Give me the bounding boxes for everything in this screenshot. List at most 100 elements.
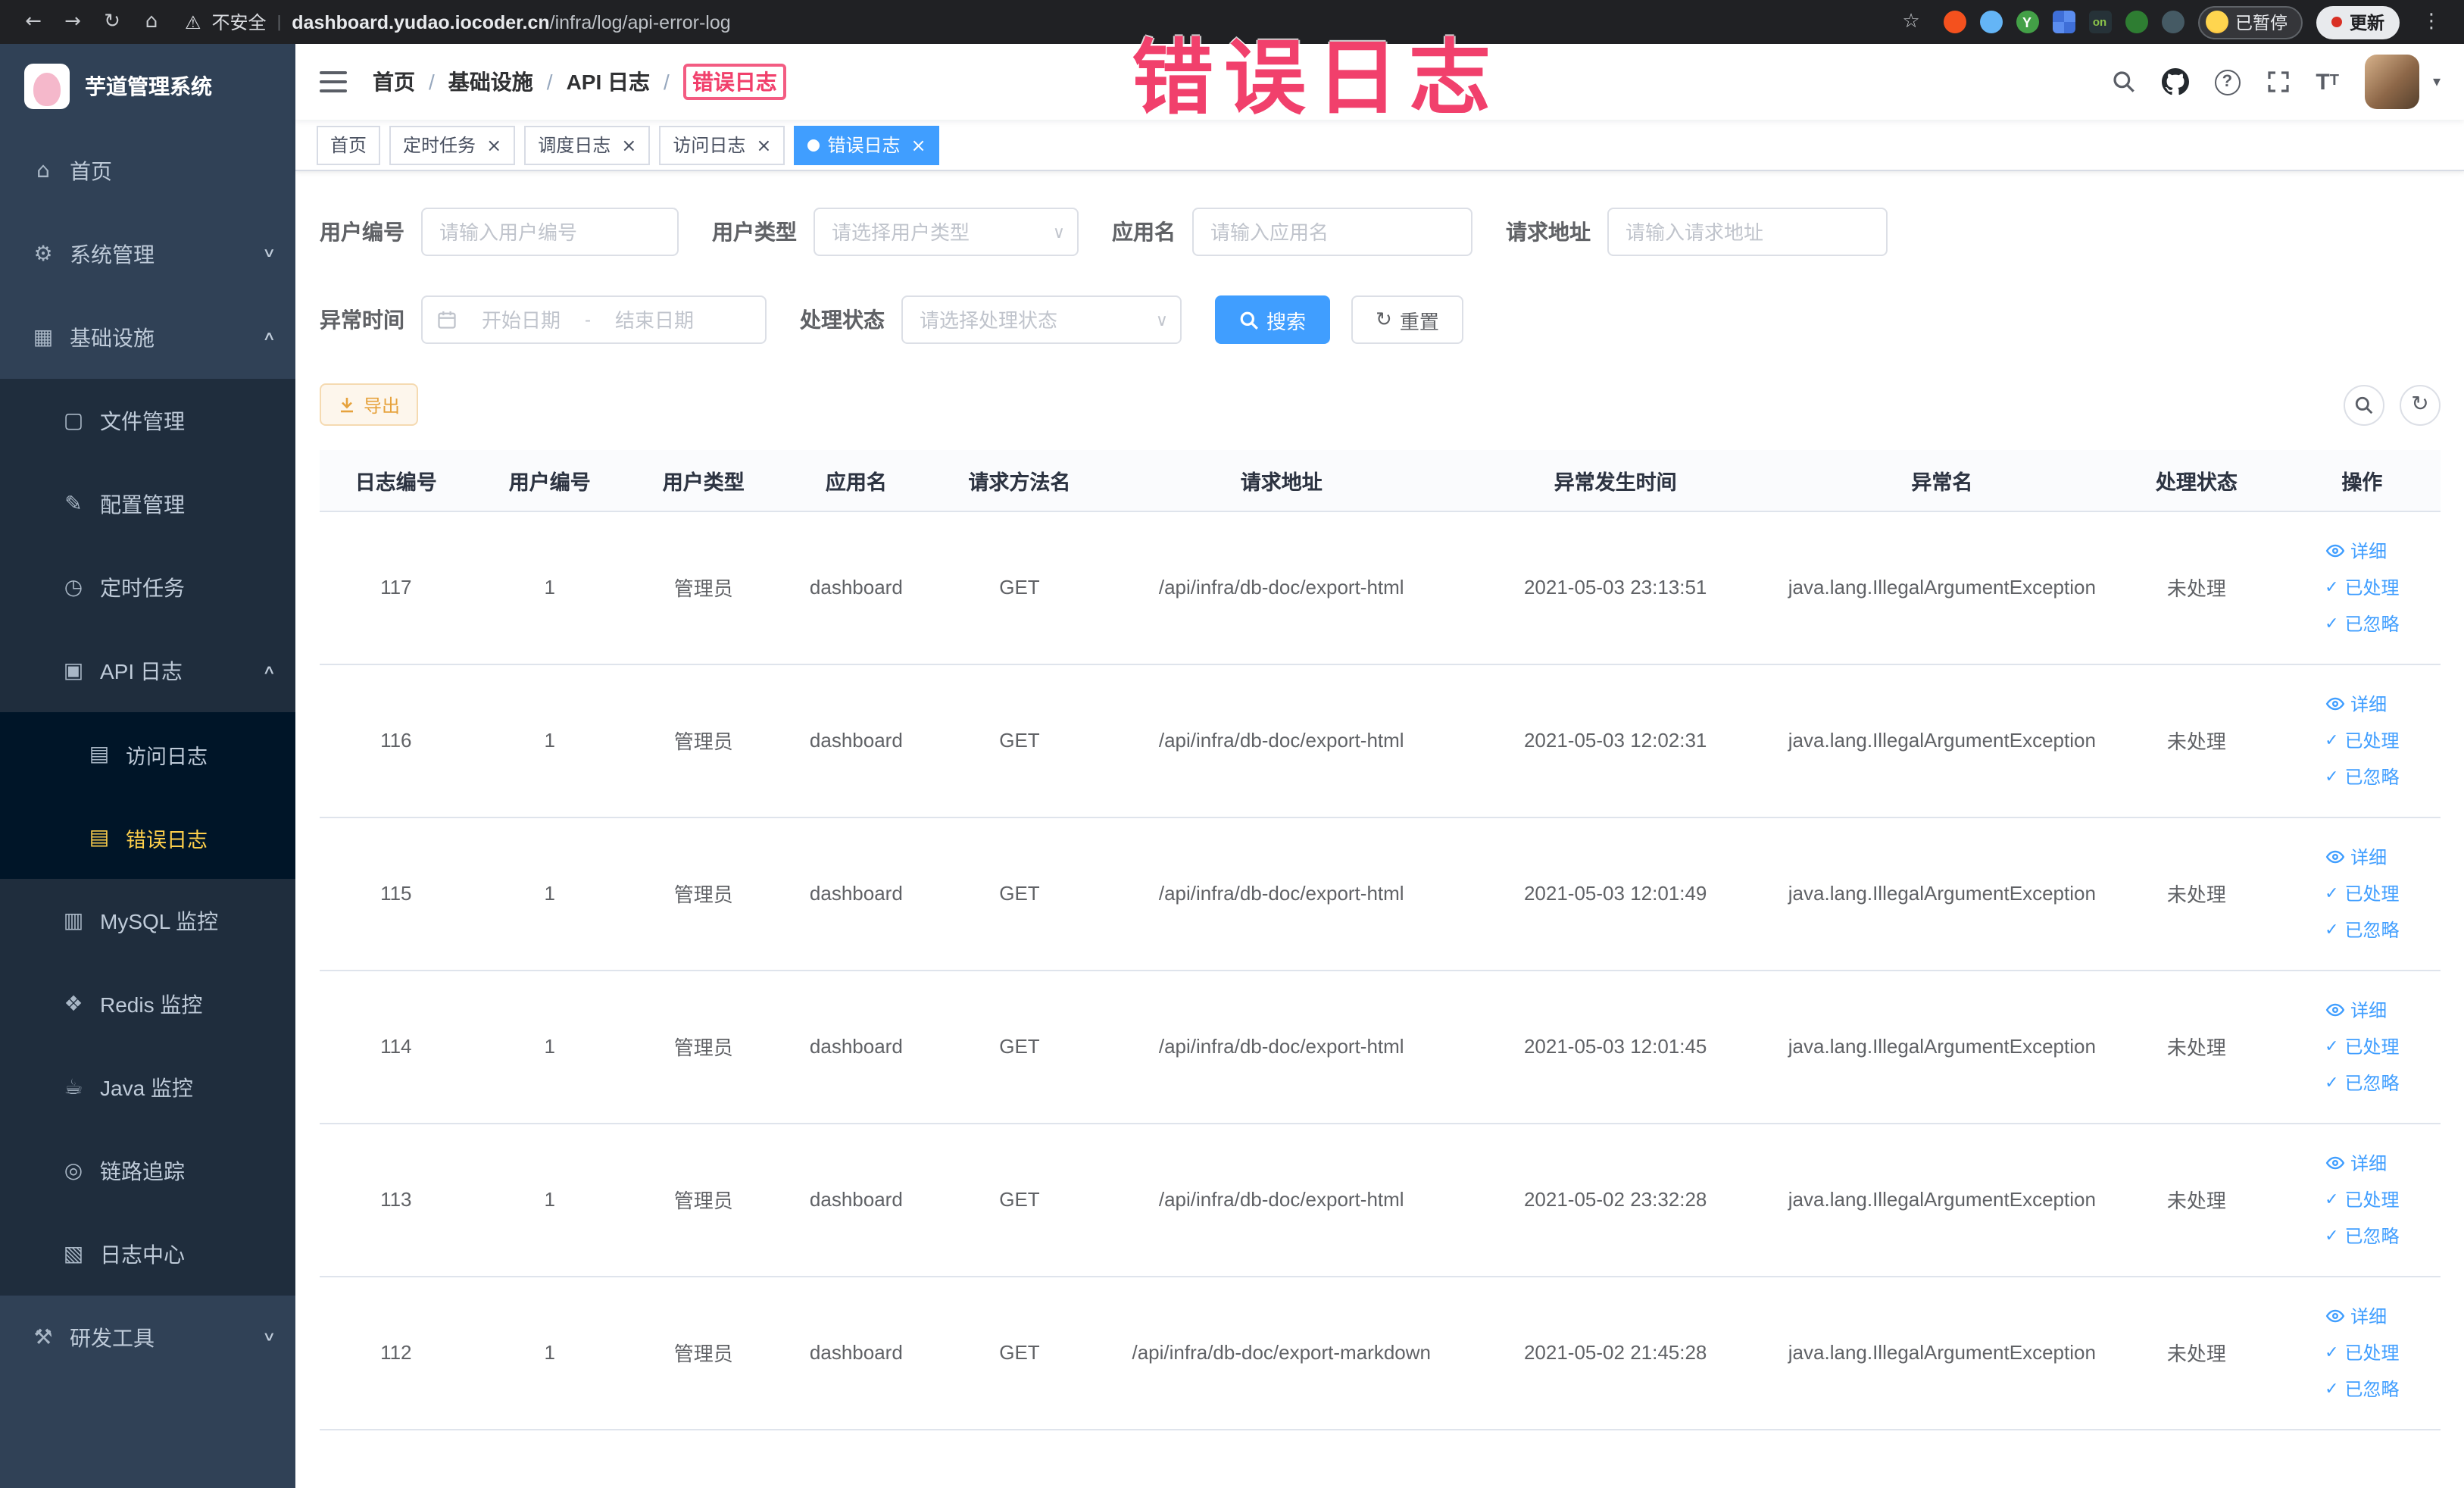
extension-icon[interactable]	[2161, 11, 2184, 33]
app-logo[interactable]: 芋道管理系统	[0, 44, 295, 129]
extension-icon[interactable]: on	[2088, 11, 2111, 33]
search-icon[interactable]	[2111, 70, 2135, 94]
sidebar-item-java[interactable]: ☕ Java 监控	[0, 1046, 295, 1129]
user-id-input[interactable]	[421, 208, 679, 256]
close-icon[interactable]: ×	[486, 136, 501, 154]
breadcrumb-item-infra[interactable]: 基础设施	[448, 67, 533, 97]
sidebar-item-home[interactable]: ⌂ 首页	[0, 129, 295, 212]
process-status-select-input[interactable]	[901, 295, 1182, 344]
detail-link[interactable]: 详细	[2325, 844, 2387, 870]
date-range-separator: -	[585, 309, 591, 330]
extension-icon[interactable]	[2052, 11, 2075, 33]
sidebar-item-file[interactable]: ▢ 文件管理	[0, 379, 295, 462]
ignored-link[interactable]: ✓ 已忽略	[2325, 1376, 2399, 1402]
sidebar-item-access-log[interactable]: ▤ 访问日志	[0, 712, 295, 796]
tab-job-log[interactable]: 调度日志 ×	[524, 125, 651, 164]
cell-exception: java.lang.IllegalArgumentException	[1774, 1123, 2110, 1277]
refresh-table-button[interactable]: ↻	[2400, 384, 2441, 425]
tab-access-log[interactable]: 访问日志 ×	[659, 125, 785, 164]
toggle-search-button[interactable]	[2344, 384, 2384, 425]
avatar-caret-down-icon[interactable]: ▾	[2433, 73, 2441, 90]
sidebar-item-error-log[interactable]: ▤ 错误日志	[0, 796, 295, 879]
extension-icon[interactable]	[1979, 11, 2002, 33]
col-header-app-name: 应用名	[779, 450, 933, 511]
request-url-input[interactable]	[1607, 208, 1888, 256]
fullscreen-icon[interactable]	[2266, 70, 2290, 94]
extension-icon[interactable]	[2125, 11, 2147, 33]
forward-icon[interactable]: →	[55, 4, 91, 40]
user-type-label: 用户类型	[712, 220, 797, 244]
user-type-select-input[interactable]	[814, 208, 1079, 256]
kebab-menu-icon[interactable]: ⋮	[2413, 4, 2450, 40]
sidebar-item-api-log[interactable]: ▣ API 日志 ∧	[0, 629, 295, 712]
detail-link[interactable]: 详细	[2325, 1150, 2387, 1176]
update-button[interactable]: 更新	[2316, 5, 2400, 39]
user-type-select[interactable]: ∨	[814, 208, 1079, 256]
detail-link[interactable]: 详细	[2325, 691, 2387, 717]
tab-job[interactable]: 定时任务 ×	[389, 125, 516, 164]
app-name-input[interactable]	[1192, 208, 1472, 256]
sidebar-item-job[interactable]: ◷ 定时任务	[0, 545, 295, 629]
cell-time: 2021-05-02 21:45:28	[1456, 1276, 1775, 1430]
export-button[interactable]: 导出	[320, 383, 419, 426]
breadcrumb-item-current: 错误日志	[682, 64, 786, 100]
detail-link[interactable]: 详细	[2325, 997, 2387, 1023]
url-text[interactable]: dashboard.yudao.iocoder.cn/infra/log/api…	[292, 11, 730, 33]
cell-user-type: 管理员	[626, 664, 780, 817]
reload-icon[interactable]: ↻	[94, 4, 130, 40]
profile-chip[interactable]: 已暂停	[2197, 5, 2303, 39]
ignored-link[interactable]: ✓ 已忽略	[2325, 611, 2399, 636]
ignored-link[interactable]: ✓ 已忽略	[2325, 917, 2399, 943]
exception-time-range-picker[interactable]: -	[421, 295, 767, 344]
check-icon: ✓	[2325, 920, 2339, 939]
sidebar-item-infra[interactable]: ▦ 基础设施 ∧	[0, 295, 295, 379]
chevron-up-icon: ∧	[261, 330, 276, 345]
tab-home[interactable]: 首页	[317, 125, 381, 164]
breadcrumb-item-home[interactable]: 首页	[373, 67, 415, 97]
process-status-select[interactable]: ∨	[901, 295, 1182, 344]
address-bar[interactable]: ⚠ 不安全 | dashboard.yudao.iocoder.cn/infra…	[185, 9, 731, 35]
processed-link[interactable]: ✓ 已处理	[2325, 1033, 2399, 1059]
font-size-icon[interactable]: TT	[2316, 70, 2339, 93]
sidebar-item-label: Java 监控	[100, 1075, 193, 1099]
browser-home-icon[interactable]: ⌂	[133, 4, 170, 40]
edit-icon: ✎	[64, 492, 83, 516]
search-button[interactable]: 搜索	[1215, 295, 1331, 344]
processed-link[interactable]: ✓ 已处理	[2325, 727, 2399, 753]
start-date-input[interactable]	[465, 308, 577, 331]
processed-link[interactable]: ✓ 已处理	[2325, 880, 2399, 906]
tab-error-log[interactable]: 错误日志 ×	[794, 125, 940, 164]
extension-icon[interactable]: Y	[2016, 11, 2038, 33]
breadcrumb-item-api-log[interactable]: API 日志	[567, 67, 650, 97]
sidebar-item-system[interactable]: ⚙ 系统管理 ∨	[0, 212, 295, 295]
close-icon[interactable]: ×	[756, 136, 771, 154]
hamburger-icon[interactable]	[320, 71, 347, 92]
sidebar-item-devtool[interactable]: ⚒ 研发工具 ∨	[0, 1296, 295, 1379]
github-icon[interactable]	[2161, 68, 2189, 95]
sidebar-item-redis[interactable]: ❖ Redis 监控	[0, 962, 295, 1046]
sidebar-item-trace[interactable]: ◎ 链路追踪	[0, 1129, 295, 1212]
sidebar-item-log-center[interactable]: ▧ 日志中心	[0, 1212, 295, 1296]
reset-button[interactable]: ↻ 重置	[1351, 295, 1463, 344]
close-icon[interactable]: ×	[911, 136, 926, 154]
omnibox-divider: |	[276, 13, 282, 31]
sidebar-item-mysql[interactable]: ▥ MySQL 监控	[0, 879, 295, 962]
cell-user-id: 1	[472, 664, 627, 817]
extension-icon[interactable]	[1943, 11, 1966, 33]
ignored-link[interactable]: ✓ 已忽略	[2325, 1070, 2399, 1096]
close-icon[interactable]: ×	[621, 136, 636, 154]
detail-link[interactable]: 详细	[2325, 538, 2387, 564]
user-avatar[interactable]	[2364, 55, 2419, 109]
processed-link[interactable]: ✓ 已处理	[2325, 1340, 2399, 1365]
ignored-link[interactable]: ✓ 已忽略	[2325, 1223, 2399, 1249]
help-icon[interactable]: ?	[2214, 69, 2241, 95]
sidebar-item-config[interactable]: ✎ 配置管理	[0, 462, 295, 545]
detail-link[interactable]: 详细	[2325, 1303, 2387, 1329]
end-date-input[interactable]	[598, 308, 710, 331]
cell-time: 2021-05-02 23:32:28	[1456, 1123, 1775, 1277]
ignored-link[interactable]: ✓ 已忽略	[2325, 764, 2399, 789]
processed-link[interactable]: ✓ 已处理	[2325, 574, 2399, 600]
bookmark-star-icon[interactable]: ☆	[1893, 4, 1929, 40]
processed-link[interactable]: ✓ 已处理	[2325, 1186, 2399, 1212]
back-icon[interactable]: ←	[15, 4, 52, 40]
